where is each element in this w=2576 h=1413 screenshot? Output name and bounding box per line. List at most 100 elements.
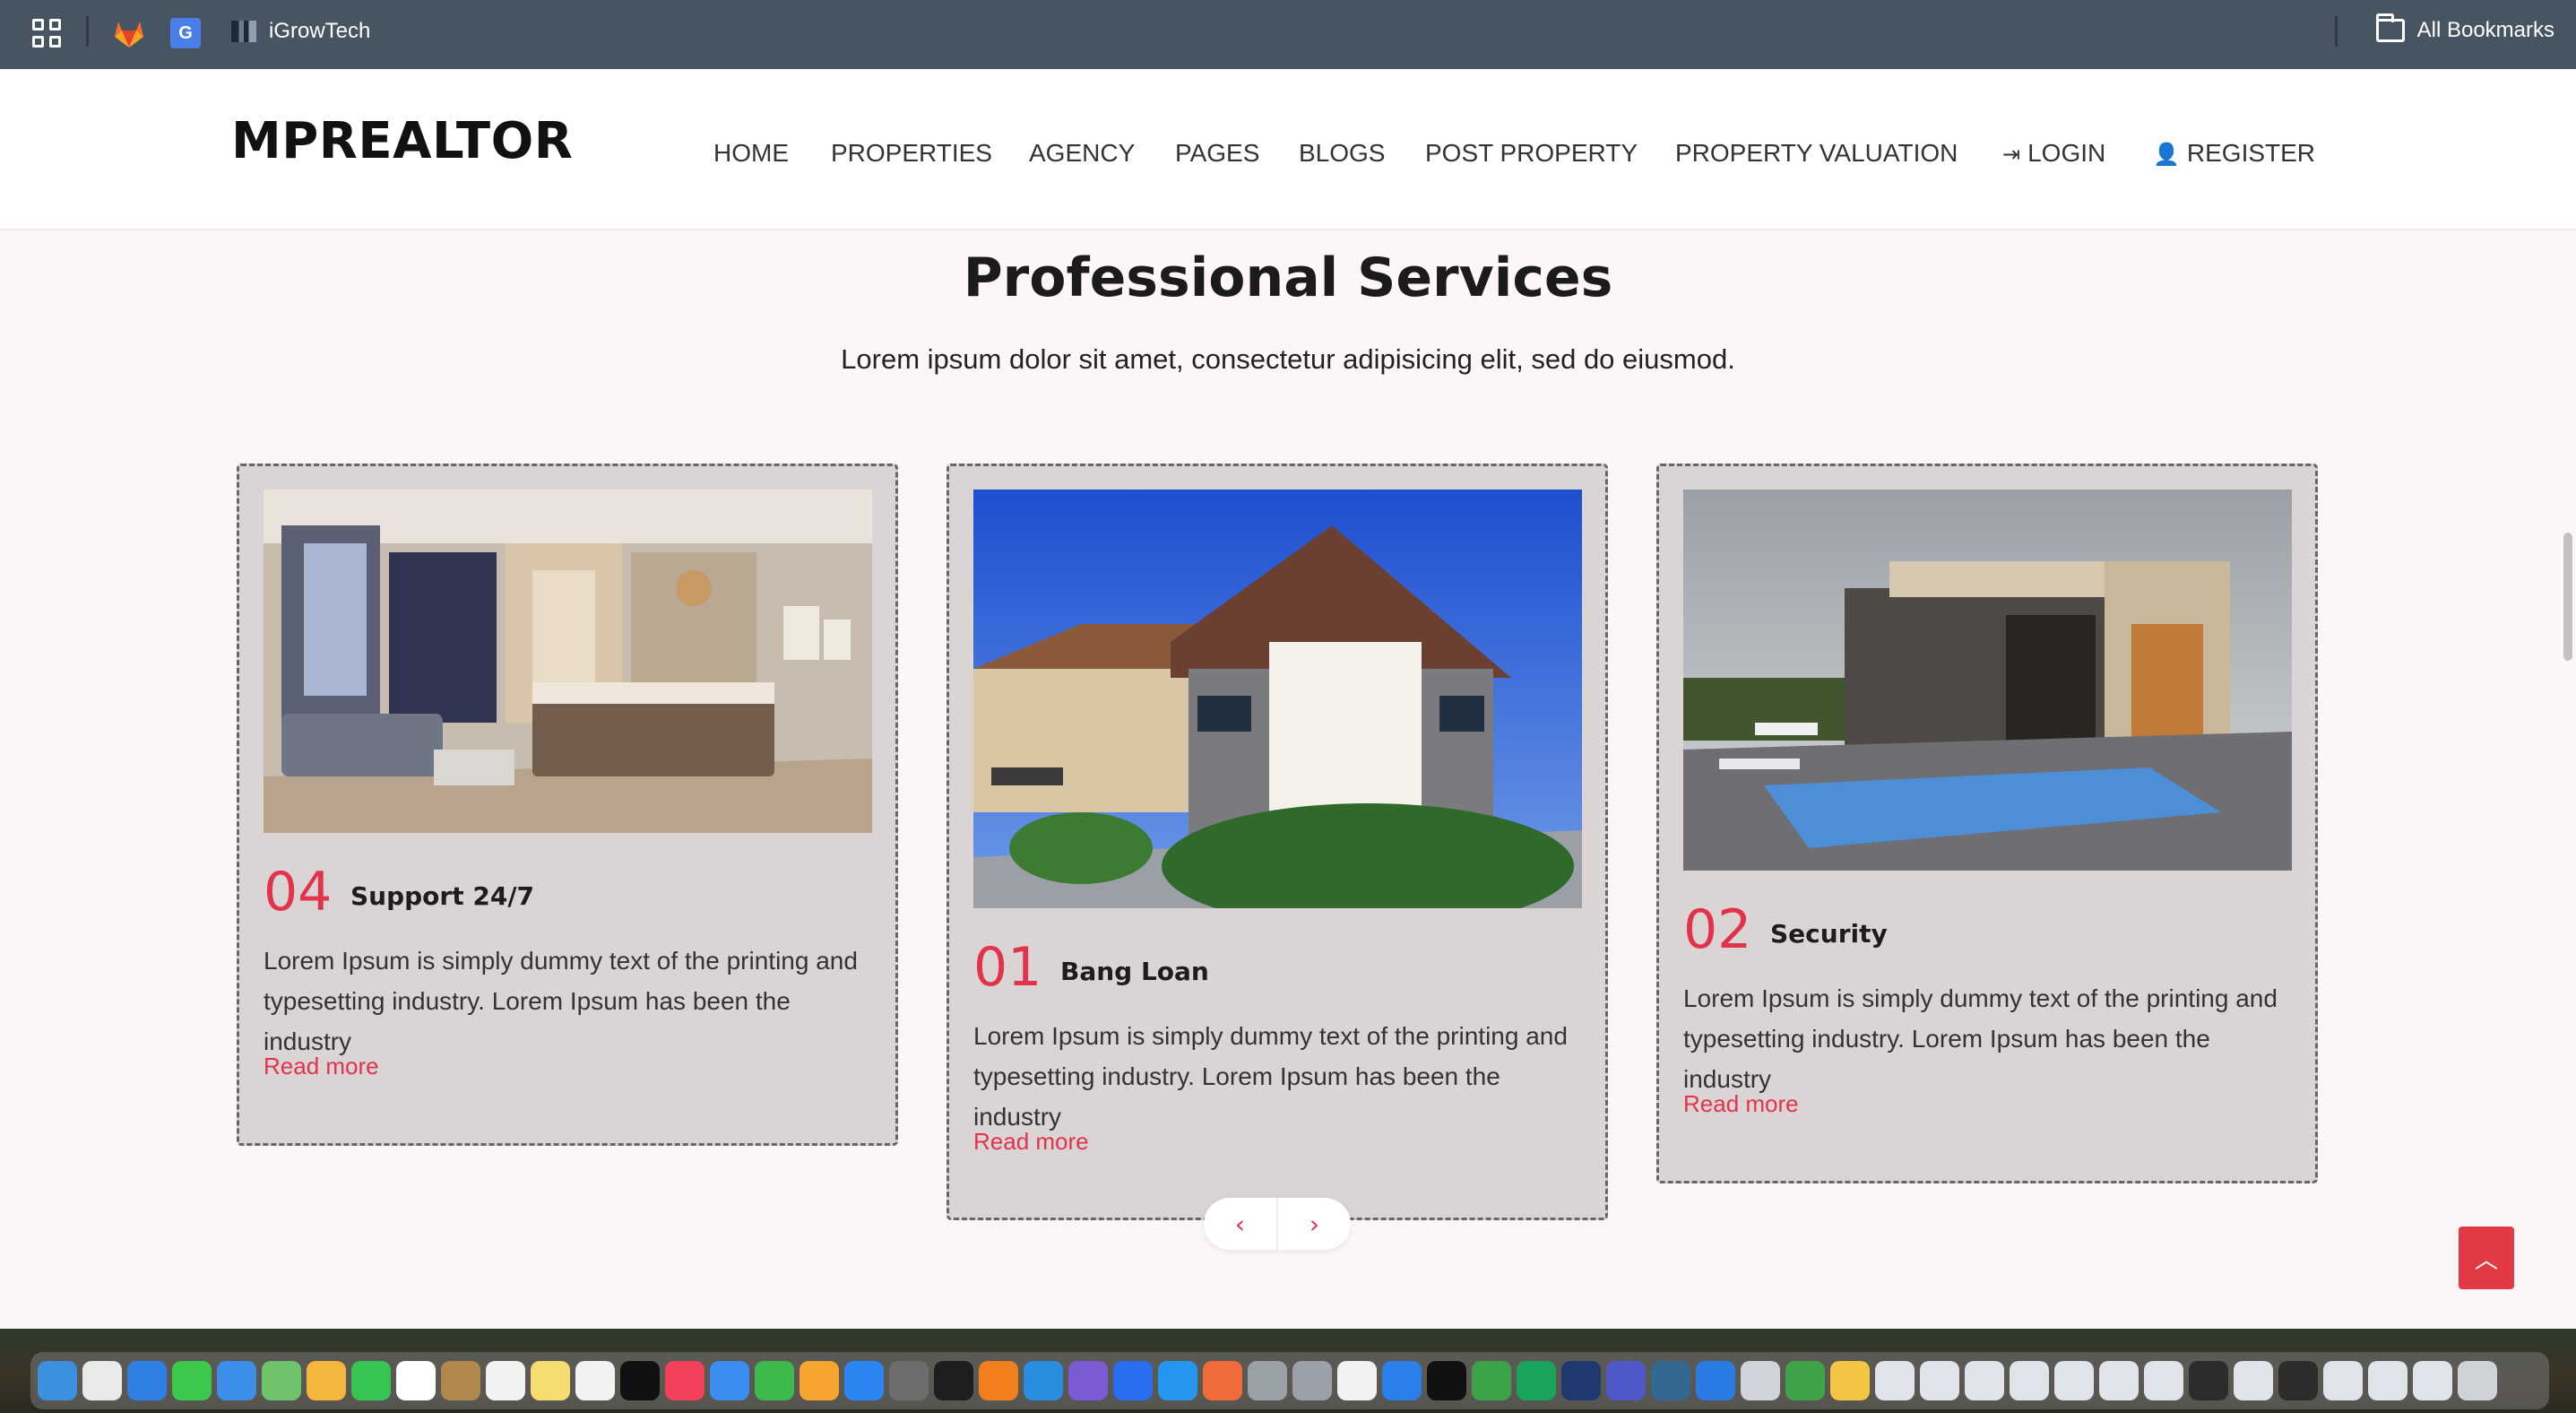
launchpad-icon[interactable] [82, 1361, 122, 1400]
finder-icon[interactable] [38, 1361, 77, 1400]
notes-icon[interactable] [531, 1361, 570, 1400]
vscode-icon[interactable] [1024, 1361, 1063, 1400]
card-number: 04 [264, 861, 333, 923]
read-more-link[interactable]: Read more [264, 1053, 379, 1080]
network-icon[interactable] [1696, 1361, 1735, 1400]
system-settings-icon[interactable] [889, 1361, 929, 1400]
utility-icon[interactable] [1248, 1361, 1287, 1400]
macos-dock [30, 1352, 2549, 1409]
page-scrollbar[interactable] [2563, 533, 2572, 661]
main-nav: HOME PROPERTIES AGENCY PAGES BLOGS POST … [0, 134, 2576, 173]
window-thumbnail-icon[interactable] [2054, 1361, 2094, 1400]
music-icon[interactable] [665, 1361, 705, 1400]
trash-icon[interactable] [2458, 1361, 2497, 1400]
card-text: Lorem Ipsum is simply dummy text of the … [264, 947, 858, 1055]
font-app-icon[interactable] [1382, 1361, 1422, 1400]
gitlab-icon[interactable] [113, 18, 145, 48]
window-thumbnail-icon[interactable] [2189, 1361, 2228, 1400]
teams-icon[interactable] [1606, 1361, 1646, 1400]
window-thumbnail-icon[interactable] [2368, 1361, 2407, 1400]
pages-icon[interactable] [800, 1361, 839, 1400]
all-bookmarks-button[interactable]: All Bookmarks [2375, 13, 2554, 43]
nav-property-valuation[interactable]: PROPERTY VALUATION [1675, 139, 1958, 168]
reminders-icon[interactable] [486, 1361, 525, 1400]
google-translate-icon[interactable]: G [170, 18, 201, 48]
intellij-icon[interactable] [1427, 1361, 1466, 1400]
postman-icon[interactable] [1203, 1361, 1242, 1400]
card-text: Lorem Ipsum is simply dummy text of the … [1683, 984, 2278, 1093]
freeform-icon[interactable] [575, 1361, 615, 1400]
vim-icon[interactable] [1785, 1361, 1825, 1400]
apps-grid-icon[interactable] [32, 19, 61, 48]
chevron-left-icon[interactable]: ‹ [1204, 1198, 1276, 1250]
location-icon[interactable] [1113, 1361, 1153, 1400]
photos-alt-icon[interactable] [1830, 1361, 1870, 1400]
maps-icon[interactable] [262, 1361, 301, 1400]
nav-agency[interactable]: AGENCY [1029, 139, 1135, 168]
xcode-tools-icon[interactable] [1561, 1361, 1601, 1400]
modern-house-pool-photo [1683, 490, 2292, 871]
window-thumbnail-icon[interactable] [2234, 1361, 2273, 1400]
window-thumbnail-icon[interactable] [2323, 1361, 2363, 1400]
section-subtitle: Lorem ipsum dolor sit amet, consectetur … [841, 343, 1735, 375]
utility-icon[interactable] [1292, 1361, 1332, 1400]
window-thumbnail-icon[interactable] [1875, 1361, 1915, 1400]
leaf-app-icon[interactable] [1472, 1361, 1511, 1400]
postgres-icon[interactable] [1651, 1361, 1690, 1400]
window-thumbnail-icon[interactable] [2010, 1361, 2049, 1400]
read-more-link[interactable]: Read more [973, 1128, 1089, 1156]
nav-blogs[interactable]: BLOGS [1299, 139, 1385, 168]
bookmarks-separator [86, 16, 89, 47]
folder-icon [2375, 13, 2405, 42]
scroll-to-top-button[interactable]: ︿ [2459, 1227, 2514, 1289]
window-thumbnail-icon[interactable] [2413, 1361, 2452, 1400]
chrome-icon[interactable] [1337, 1361, 1377, 1400]
pycharm-icon[interactable] [1517, 1361, 1556, 1400]
hotel-building-photo [973, 490, 1582, 908]
apple-tv-icon[interactable] [620, 1361, 660, 1400]
site-header: MPREALTOR HOME PROPERTIES AGENCY PAGES B… [0, 69, 2576, 230]
messages-icon[interactable] [172, 1361, 212, 1400]
web-page: MPREALTOR HOME PROPERTIES AGENCY PAGES B… [0, 69, 2576, 1329]
safari-icon[interactable] [127, 1361, 167, 1400]
facetime-icon[interactable] [351, 1361, 391, 1400]
window-thumbnail-icon[interactable] [2099, 1361, 2139, 1400]
bookmarks-separator [2335, 16, 2338, 47]
sublime-text-icon[interactable] [979, 1361, 1018, 1400]
card-number: 02 [1683, 898, 1752, 961]
bedroom-interior-photo [264, 490, 872, 833]
terminal-icon[interactable] [934, 1361, 973, 1400]
docker-icon[interactable] [1158, 1361, 1197, 1400]
nav-properties[interactable]: PROPERTIES [831, 139, 992, 168]
card-text: Lorem Ipsum is simply dummy text of the … [973, 1022, 1568, 1131]
mail-icon[interactable] [217, 1361, 256, 1400]
all-bookmarks-label: All Bookmarks [2416, 18, 2554, 42]
nav-home[interactable]: HOME [713, 139, 789, 168]
nav-login[interactable]: ⇥ LOGIN [2002, 139, 2105, 168]
card-title: Security [1770, 919, 1888, 949]
nav-pages[interactable]: PAGES [1175, 139, 1259, 168]
window-thumbnail-icon[interactable] [2144, 1361, 2183, 1400]
service-card: 01 Bang Loan Lorem Ipsum is simply dummy… [947, 464, 1608, 1220]
calendar-icon[interactable] [396, 1361, 436, 1400]
sign-in-icon: ⇥ [2002, 143, 2021, 167]
window-thumbnail-icon[interactable] [1920, 1361, 1959, 1400]
chevron-up-icon: ︿ [2474, 1246, 2498, 1274]
photos-icon[interactable] [307, 1361, 346, 1400]
read-more-link[interactable]: Read more [1683, 1090, 1799, 1118]
bookmark-igrowtech[interactable]: iGrowTech [231, 19, 370, 44]
preview-icon[interactable] [1741, 1361, 1780, 1400]
nav-register-label: REGISTER [2186, 139, 2316, 167]
visual-studio-icon[interactable] [1068, 1361, 1108, 1400]
window-thumbnail-icon[interactable] [2278, 1361, 2318, 1400]
section-title: Professional Services [963, 247, 1613, 309]
keynote-icon[interactable] [710, 1361, 749, 1400]
app-store-icon[interactable] [844, 1361, 884, 1400]
window-thumbnail-icon[interactable] [1965, 1361, 2004, 1400]
nav-post-property[interactable]: POST PROPERTY [1425, 139, 1638, 168]
bookmark-label: iGrowTech [269, 19, 371, 43]
contacts-icon[interactable] [441, 1361, 480, 1400]
nav-register[interactable]: 👤 REGISTER [2153, 139, 2315, 168]
numbers-icon[interactable] [755, 1361, 794, 1400]
chevron-right-icon[interactable]: › [1276, 1198, 1351, 1250]
